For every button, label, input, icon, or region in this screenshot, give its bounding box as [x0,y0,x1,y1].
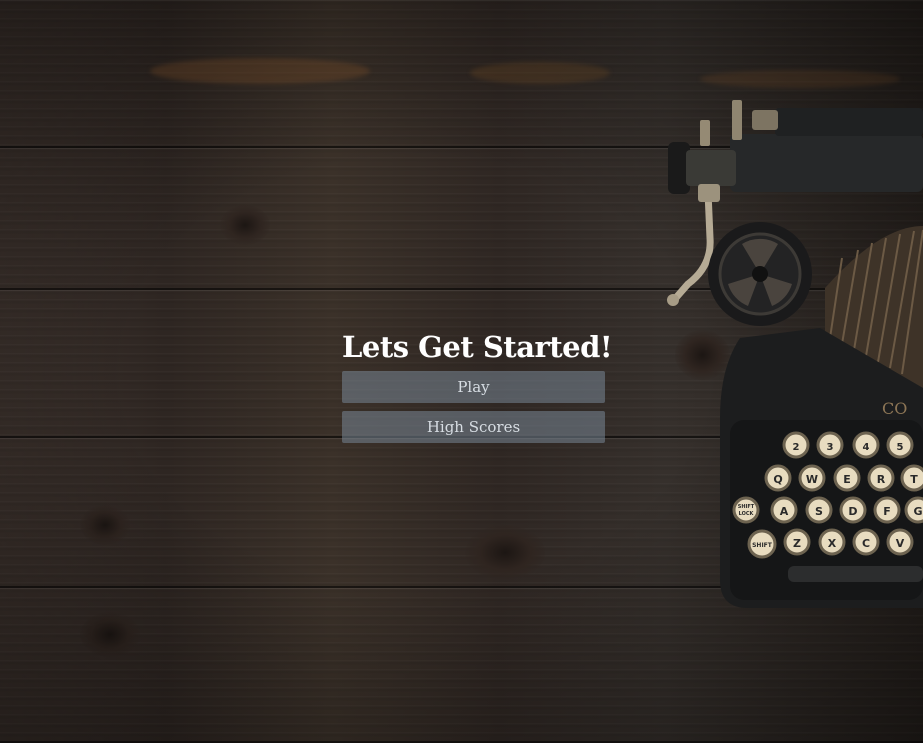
svg-text:R: R [877,473,886,486]
typewriter-key: R [867,464,895,492]
typewriter-bracket [752,110,778,130]
typewriter-key: T [900,464,923,492]
typewriter-key: G [904,496,923,524]
svg-text:D: D [848,505,857,518]
svg-text:SHIFT: SHIFT [752,542,773,549]
typewriter-return-lever [670,188,714,304]
svg-text:A: A [780,505,789,518]
svg-text:3: 3 [827,442,834,453]
typewriter-key: S [805,496,833,524]
svg-text:W: W [806,473,818,486]
play-button[interactable]: Play [342,371,605,403]
svg-text:C: C [862,537,870,550]
svg-text:5: 5 [897,442,904,453]
svg-text:X: X [828,537,837,550]
typewriter-key: E [833,464,861,492]
typewriter-key: X [818,528,846,556]
svg-text:V: V [896,537,905,550]
typewriter-key: Q [764,464,792,492]
typewriter-bracket [700,120,710,146]
svg-text:T: T [910,473,918,486]
svg-text:S: S [815,505,823,518]
typewriter-key: Z [783,528,811,556]
svg-text:4: 4 [863,442,870,453]
typewriter-key: F [873,496,901,524]
typewriter-key: V [886,528,914,556]
svg-text:2: 2 [793,442,800,453]
typewriter-carriage-top [775,108,923,136]
start-menu: Lets Get Started! Play High Scores [342,328,613,451]
typewriter-key: A [770,496,798,524]
menu-title: Lets Get Started! [342,330,613,364]
svg-text:LOCK: LOCK [739,511,755,517]
typewriter-key: C [852,528,880,556]
typewriter-bracket [698,184,720,202]
typewriter-key: W [798,464,826,492]
typewriter-key: 4 [852,431,880,459]
typewriter-carriage [730,134,923,192]
typewriter-platen-rod [686,150,736,186]
typewriter-bracket [732,100,742,140]
typewriter-illustration: CO 2 3 4 5 Q W E R T SHIFT LOCK A S D F … [667,100,923,608]
typewriter-key: 5 [886,431,914,459]
svg-text:G: G [913,505,922,518]
typewriter-lever-tip [667,294,679,306]
svg-text:E: E [843,473,851,486]
typewriter-space-bar [788,566,923,582]
svg-text:Z: Z [793,537,801,550]
svg-text:F: F [883,505,891,518]
svg-text:CO: CO [882,399,907,418]
typewriter-key: 3 [816,431,844,459]
svg-text:Q: Q [773,473,782,486]
svg-text:SHIFT: SHIFT [738,504,755,510]
typewriter-key: D [839,496,867,524]
typewriter-key: SHIFT [747,529,777,559]
high-scores-button[interactable]: High Scores [342,411,605,443]
typewriter-key: 2 [782,431,810,459]
typewriter-key: SHIFT LOCK [732,496,760,524]
